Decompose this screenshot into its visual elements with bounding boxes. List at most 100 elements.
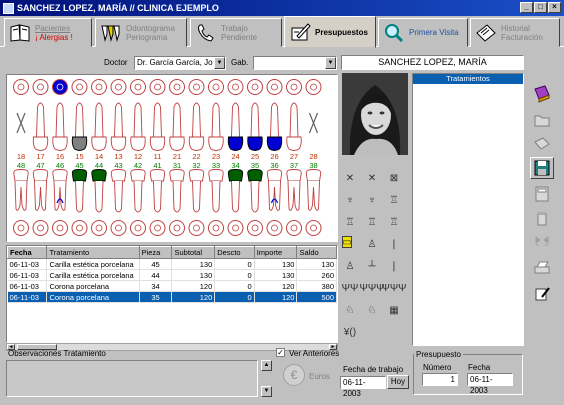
crown-32[interactable] <box>188 169 205 182</box>
occlusal-14[interactable] <box>91 79 107 95</box>
crown-23[interactable] <box>208 136 224 151</box>
tab-primera-visita[interactable]: Primera Visita <box>378 18 468 47</box>
maximize-button[interactable]: □ <box>534 2 547 13</box>
tab-pacientes[interactable]: Pacientes ¡ Alergias ! <box>4 18 92 47</box>
tool-tooth-7-icon[interactable]: ♘ <box>364 302 380 318</box>
treatments-table[interactable]: Fecha Tratamiento Pieza Subtotal Descto Impor… <box>6 245 338 343</box>
root-46[interactable] <box>53 180 67 211</box>
occlusal-38[interactable] <box>305 220 322 236</box>
table-row[interactable]: 06-11-03 Corona porcelana 35 120 0 120 500 <box>7 291 337 303</box>
occlusal-outer-12[interactable] <box>130 79 146 95</box>
occlusal-48[interactable] <box>13 220 29 236</box>
tool-tooth-icon[interactable]: ♖ <box>342 214 358 230</box>
occlusal-outer-16[interactable] <box>52 79 68 95</box>
column-header[interactable]: Importe <box>253 246 298 259</box>
crown-42[interactable] <box>130 169 146 182</box>
occlusal-outer-11[interactable] <box>149 79 166 95</box>
table-row[interactable]: 06-11-03 Carilla estética porcelana 45 130 0… <box>7 258 337 270</box>
root-21[interactable] <box>172 102 182 138</box>
occlusal-outer-34[interactable] <box>227 220 244 236</box>
occlusal-17[interactable] <box>32 79 49 95</box>
crown-44[interactable] <box>91 169 107 182</box>
occlusal-13[interactable] <box>110 79 127 95</box>
crown-21[interactable] <box>169 136 185 151</box>
root-17[interactable] <box>36 102 45 138</box>
crown-31[interactable] <box>169 169 185 182</box>
occlusal-27[interactable] <box>286 79 302 95</box>
edit-folder-button[interactable] <box>530 133 554 155</box>
occlusal-42[interactable] <box>130 220 146 236</box>
tool-tooth-6-icon[interactable]: ♘ <box>342 302 358 318</box>
occlusal-31[interactable] <box>169 220 185 236</box>
crown-26[interactable] <box>266 136 283 151</box>
occlusal-24[interactable] <box>227 79 244 95</box>
print-button[interactable] <box>530 257 554 279</box>
occlusal-18[interactable] <box>13 79 29 95</box>
occlusal-21[interactable] <box>169 79 185 95</box>
tool-yellow-crown-icon[interactable]: ▭ <box>342 236 352 248</box>
root-26[interactable] <box>270 102 279 138</box>
occlusal-outer-48[interactable] <box>13 220 29 236</box>
occlusal-outer-47[interactable] <box>32 220 49 236</box>
table-row[interactable]: 06-11-03 Corona porcelana 34 120 0 120 380 <box>7 280 337 292</box>
odontogram[interactable]: 18 17 16 15 14 13 12 11 21 22 23 24 25 26 27 28 48 47 46 45… <box>6 74 338 242</box>
occlusal-outer-33[interactable] <box>208 220 224 236</box>
occlusal-28[interactable] <box>305 79 322 95</box>
occlusal-outer-27[interactable] <box>286 79 302 95</box>
crown-14[interactable] <box>91 136 107 151</box>
save-button[interactable] <box>530 157 554 179</box>
open-folder-button[interactable] <box>530 109 554 131</box>
close-button[interactable]: × <box>548 2 561 13</box>
root-35[interactable] <box>250 180 260 213</box>
occlusal-outer-46[interactable] <box>52 220 68 236</box>
root-43[interactable] <box>114 180 123 213</box>
occlusal-34[interactable] <box>227 220 244 236</box>
occlusal-outer-28[interactable] <box>305 79 322 95</box>
occlusal-outer-32[interactable] <box>188 220 205 236</box>
root-13[interactable] <box>114 102 123 138</box>
navigate-button[interactable] <box>530 231 554 253</box>
numero-input[interactable]: 1 <box>422 373 458 386</box>
occlusal-26[interactable] <box>266 79 283 95</box>
fecha-trabajo-input[interactable]: 06-11-2003 <box>340 376 386 398</box>
tool-implant-2-icon[interactable]: ♆ <box>364 192 380 208</box>
occlusal-46[interactable] <box>52 220 68 236</box>
tool-implant-icon[interactable]: ♆ <box>342 192 358 208</box>
occlusal-45[interactable] <box>71 220 88 236</box>
root-42[interactable] <box>133 180 143 213</box>
root-45[interactable] <box>75 180 84 213</box>
tool-post-icon[interactable]: ❘ <box>386 236 402 252</box>
occlusal-16[interactable] <box>52 79 68 95</box>
occlusal-23[interactable] <box>208 79 224 95</box>
chevron-down-icon[interactable]: ▼ <box>214 57 225 69</box>
occlusal-22[interactable] <box>188 79 205 95</box>
tool-bridge-4-icon[interactable]: ΨΨΨ <box>381 280 406 296</box>
root-34[interactable] <box>231 180 240 213</box>
gab-select[interactable]: ▼ <box>253 56 337 70</box>
crown-37[interactable] <box>286 169 302 182</box>
occlusal-outer-36[interactable] <box>266 220 283 236</box>
root-32[interactable] <box>192 180 201 213</box>
tab-historial[interactable]: Historial Facturación <box>470 18 560 47</box>
crown-16[interactable] <box>52 136 68 151</box>
root-47[interactable] <box>34 180 47 211</box>
occlusal-outer-24[interactable] <box>227 79 244 95</box>
tool-tooth-3-icon[interactable]: ♖ <box>386 214 402 230</box>
occlusal-33[interactable] <box>208 220 224 236</box>
root-12[interactable] <box>133 102 143 138</box>
crown-35[interactable] <box>247 169 263 182</box>
root-14[interactable] <box>94 102 104 138</box>
occlusal-41[interactable] <box>149 220 166 236</box>
column-header[interactable]: Pieza <box>138 246 173 259</box>
occlusal-outer-31[interactable] <box>169 220 185 236</box>
occlusal-15[interactable] <box>71 79 88 95</box>
calculator-button[interactable] <box>530 183 554 205</box>
occlusal-11[interactable] <box>149 79 166 95</box>
crown-12[interactable] <box>130 136 146 151</box>
root-36[interactable] <box>268 180 281 211</box>
tool-crown-icon[interactable]: ♖ <box>386 192 402 208</box>
occlusal-outer-14[interactable] <box>91 79 107 95</box>
tab-presupuestos[interactable]: Presupuestos <box>284 16 376 48</box>
column-header[interactable]: Fecha <box>7 246 48 259</box>
book-tool-button[interactable] <box>530 83 554 105</box>
